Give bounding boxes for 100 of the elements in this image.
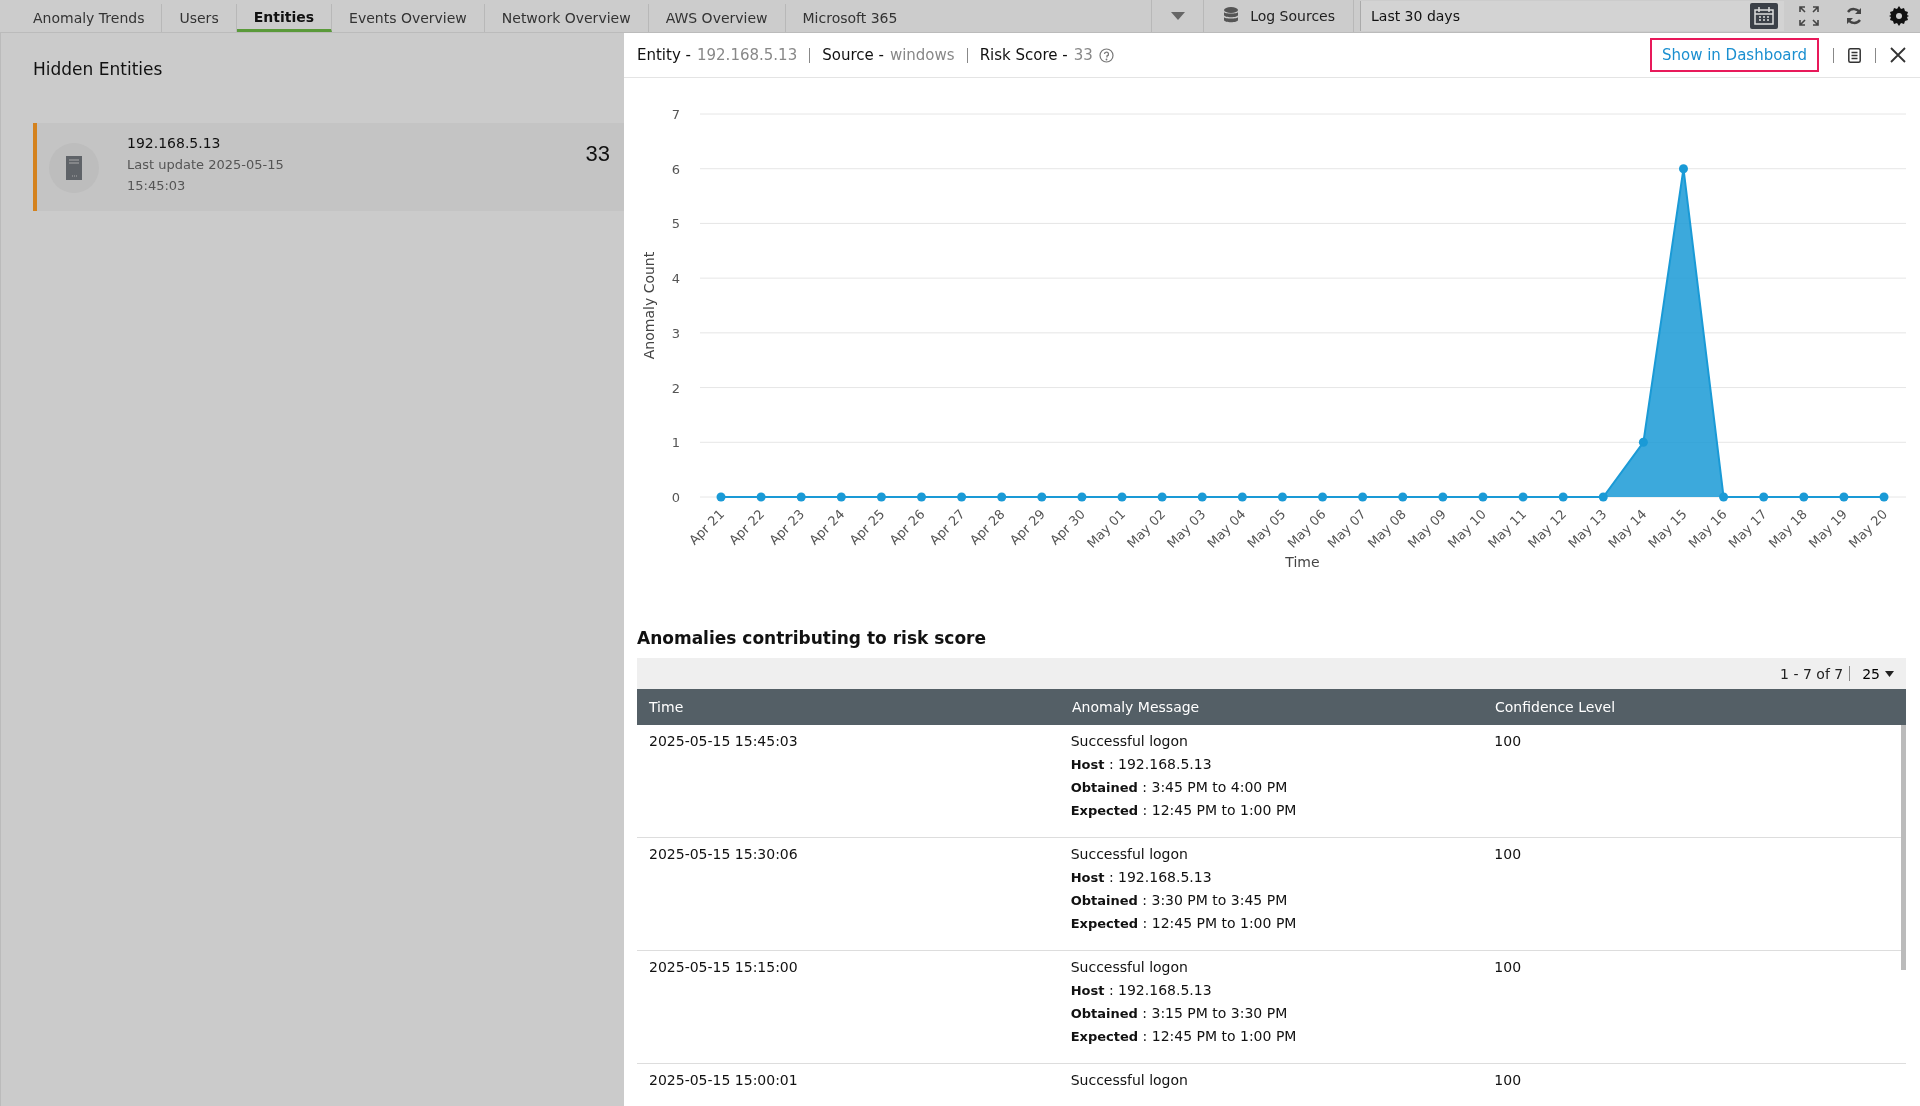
column-header[interactable]: Time (637, 699, 1060, 715)
source-value: windows (889, 46, 955, 64)
data-point (1157, 492, 1167, 502)
data-point (1277, 492, 1287, 502)
help-icon[interactable] (1098, 47, 1114, 63)
message-line: Expected : 12:45 PM to 1:00 PM (1070, 915, 1298, 931)
server-icon (49, 143, 99, 193)
calendar-icon[interactable] (1750, 3, 1778, 29)
data-point (756, 492, 766, 502)
table-cell-text: 2025-05-15 15:00:01 (648, 1072, 799, 1090)
x-tick-label: Apr 21 (686, 506, 728, 548)
close-icon[interactable] (1890, 47, 1906, 63)
settings-icon[interactable] (1889, 6, 1909, 26)
tab[interactable]: Anomaly Trends (16, 4, 163, 32)
data-point (1318, 492, 1328, 502)
y-tick-label: 0 (671, 490, 680, 505)
table-cell-text: 2025-05-15 15:30:06 (648, 846, 799, 864)
column-header[interactable]: Anomaly Message (1060, 699, 1483, 715)
message-line: Host : 192.168.5.13 (1070, 869, 1213, 885)
data-point (1839, 492, 1849, 502)
data-point (1759, 492, 1769, 502)
tab[interactable]: Users (162, 4, 237, 32)
table-cell-text: 100 (1493, 1072, 1523, 1090)
scrollbar[interactable] (1901, 725, 1906, 970)
y-tick-label: 4 (671, 271, 680, 287)
data-point (1478, 492, 1488, 502)
database-icon (1224, 7, 1239, 25)
show-in-dashboard-link[interactable]: Show in Dashboard (1649, 38, 1819, 72)
data-point (796, 492, 806, 502)
data-point (1558, 492, 1568, 502)
data-point (917, 492, 926, 502)
x-tick-label: Apr 27 (926, 506, 968, 548)
last-update: Last update 2025-05-15 (127, 157, 284, 172)
caret-icon (1170, 12, 1185, 20)
risk-score-label: Risk Score - (979, 46, 1068, 64)
section-title: Anomalies contributing to risk score (636, 628, 988, 650)
data-point (1799, 492, 1809, 502)
data-point (1398, 492, 1408, 502)
y-tick-label: 2 (671, 380, 680, 396)
data-point (716, 492, 726, 502)
document-icon[interactable] (1848, 47, 1861, 63)
page-size-dropdown[interactable]: 25 (1856, 665, 1906, 682)
y-axis-title: Anomaly Count (641, 251, 657, 360)
data-point (1358, 492, 1368, 502)
entity-name: 192.168.5.13 (127, 135, 222, 151)
source-label: Source - (822, 46, 884, 64)
data-point (1438, 492, 1448, 502)
table-cell-text: 2025-05-15 15:45:03 (648, 733, 799, 751)
message-line: Obtained : 3:45 PM to 4:00 PM (1070, 779, 1289, 795)
x-tick-label: Apr 28 (966, 506, 1008, 548)
x-tick-label: Apr 25 (846, 506, 888, 548)
entity-label: Entity - (637, 46, 691, 64)
tab[interactable]: Events Overview (332, 4, 485, 32)
panel-title: Hidden Entities (32, 58, 164, 81)
data-point (997, 492, 1007, 502)
message-line: Expected : 12:45 PM to 1:00 PM (1070, 802, 1298, 818)
message-line: Successful logon (1070, 846, 1189, 862)
column-header[interactable]: Confidence Level (1483, 699, 1906, 715)
risk-score: 33 (585, 141, 610, 167)
x-tick-label: Apr 22 (726, 506, 768, 548)
x-tick-label: Apr 23 (766, 506, 808, 548)
y-tick-label: 7 (671, 107, 680, 122)
x-axis-title: Time (1285, 554, 1320, 570)
x-tick-label: Apr 26 (886, 506, 928, 548)
tab[interactable]: Microsoft 365 (785, 4, 915, 32)
table-cell-text: 100 (1493, 733, 1523, 751)
table-cell-text: 2025-05-15 15:15:00 (648, 959, 799, 977)
message-line: Obtained : 3:15 PM to 3:30 PM (1070, 1005, 1289, 1021)
tab[interactable]: AWS Overview (648, 4, 786, 32)
x-tick-label: Apr 24 (806, 506, 848, 548)
message-line: Successful logon (1070, 959, 1189, 975)
message-line: Successful logon (1070, 733, 1189, 749)
data-point (1518, 492, 1528, 502)
data-point (876, 492, 886, 502)
y-tick-label: 1 (671, 435, 680, 451)
entity-card[interactable]: 192.168.5.13 Last update 2025-05-15 15:45:03 33 (33, 123, 624, 211)
data-point (1679, 164, 1688, 174)
data-point (1197, 492, 1207, 502)
message-line: Host : 192.168.5.13 (1070, 756, 1213, 772)
refresh-icon[interactable] (1845, 7, 1863, 25)
log-sources-button[interactable]: Log Sources (1203, 0, 1354, 32)
data-point (957, 492, 967, 502)
data-point (1237, 492, 1247, 502)
data-point (1117, 492, 1127, 502)
data-point (1077, 492, 1087, 502)
entity-value: 192.168.5.13 (697, 46, 798, 64)
message-line: Host : 192.168.5.13 (1070, 982, 1213, 998)
table-cell-text: 100 (1493, 846, 1523, 864)
message-line: Successful logon (1070, 1072, 1189, 1088)
x-tick-label: Apr 29 (1006, 506, 1048, 548)
message-line: Expected : 12:45 PM to 1:00 PM (1070, 1028, 1298, 1044)
data-point (1879, 492, 1889, 502)
data-point (836, 492, 846, 502)
risk-score-value: 33 (1073, 46, 1093, 64)
data-point (1638, 437, 1648, 447)
pagination-info: 1 - 7 of 7 (1780, 665, 1844, 682)
fullscreen-icon[interactable] (1799, 6, 1819, 26)
tab[interactable]: Network Overview (484, 4, 649, 32)
date-range-field[interactable]: Last 30 days (1360, 1, 1784, 31)
message-line: Obtained : 3:30 PM to 3:45 PM (1070, 892, 1289, 908)
